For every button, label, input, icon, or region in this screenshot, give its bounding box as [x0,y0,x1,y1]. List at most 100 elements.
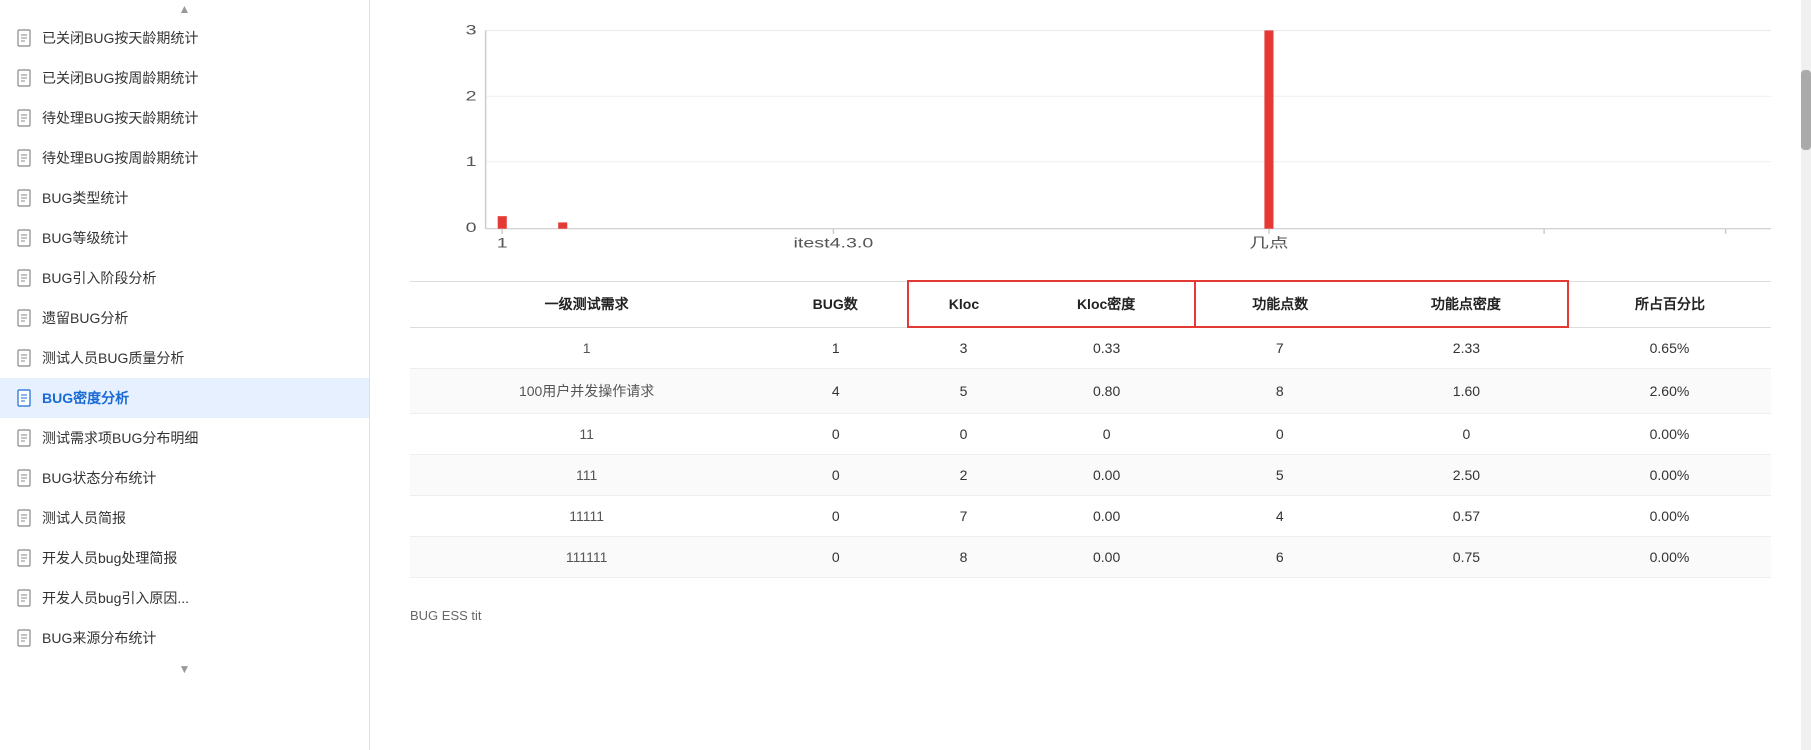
td-kloc: 8 [908,537,1018,578]
td-bug: 0 [763,537,908,578]
th-req: 一级测试需求 [410,281,763,327]
doc-icon [16,549,34,567]
th-kloc: Kloc [908,281,1018,327]
sidebar-item-label: BUG等级统计 [42,228,128,248]
td-bug: 0 [763,496,908,537]
table-header-row: 一级测试需求 BUG数 Kloc Kloc密度 功能点数 功能点密度 所占百分比 [410,281,1771,327]
sidebar-item-bug-status-dist[interactable]: BUG状态分布统计 [0,458,369,498]
td-func: 6 [1195,537,1365,578]
svg-text:itest4.3.0: itest4.3.0 [794,235,874,250]
doc-icon [16,629,34,647]
sidebar-item-closed-bug-daily[interactable]: 已关闭BUG按天龄期统计 [0,18,369,58]
doc-icon [16,589,34,607]
table-row: 1130.3372.330.65% [410,327,1771,369]
sidebar-item-label: BUG来源分布统计 [42,628,156,648]
td-bug: 1 [763,327,908,369]
sidebar: ▲ 已关闭BUG按天龄期统计 已关闭BUG按周龄期统计 待处理BUG按天龄期统计… [0,0,370,750]
td-req: 11 [410,414,763,455]
td-bug: 4 [763,369,908,414]
sidebar-item-bug-type[interactable]: BUG类型统计 [0,178,369,218]
data-table: 一级测试需求 BUG数 Kloc Kloc密度 功能点数 功能点密度 所占百分比… [410,280,1771,578]
sidebar-item-label: 开发人员bug处理简报 [42,548,177,568]
td-kloc: 3 [908,327,1018,369]
doc-icon [16,149,34,167]
sidebar-item-label: 待处理BUG按周龄期统计 [42,148,198,168]
svg-text:0: 0 [466,220,477,235]
th-percent: 所占百分比 [1568,281,1771,327]
sidebar-item-pending-bug-weekly[interactable]: 待处理BUG按周龄期统计 [0,138,369,178]
sidebar-item-label: 待处理BUG按天龄期统计 [42,108,198,128]
sidebar-item-label: 开发人员bug引入原因... [42,588,189,608]
doc-icon [16,229,34,247]
td-kloc: 0 [908,414,1018,455]
th-func: 功能点数 [1195,281,1365,327]
td-func: 7 [1195,327,1365,369]
td-kloc-density: 0.33 [1019,327,1195,369]
table-container: 一级测试需求 BUG数 Kloc Kloc密度 功能点数 功能点密度 所占百分比… [370,270,1811,598]
table-row: 11111070.0040.570.00% [410,496,1771,537]
td-percent: 0.00% [1568,496,1771,537]
td-req: 11111 [410,496,763,537]
sidebar-item-test-req-bug-detail[interactable]: 测试需求项BUG分布明细 [0,418,369,458]
td-kloc: 7 [908,496,1018,537]
sidebar-item-closed-bug-weekly[interactable]: 已关闭BUG按周龄期统计 [0,58,369,98]
doc-icon [16,349,34,367]
th-func-density: 功能点密度 [1365,281,1568,327]
sidebar-item-bug-level[interactable]: BUG等级统计 [0,218,369,258]
main-scrollbar[interactable] [1801,0,1811,750]
td-func-density: 0 [1365,414,1568,455]
td-req: 100用户并发操作请求 [410,369,763,414]
sidebar-item-pending-bug-daily[interactable]: 待处理BUG按天龄期统计 [0,98,369,138]
td-percent: 0.65% [1568,327,1771,369]
main-scrollbar-thumb[interactable] [1801,70,1811,150]
scroll-up-indicator: ▲ [0,0,369,18]
td-kloc: 5 [908,369,1018,414]
sidebar-item-label: 测试人员BUG质量分析 [42,348,184,368]
th-bug: BUG数 [763,281,908,327]
table-row: 111020.0052.500.00% [410,455,1771,496]
table-body: 1130.3372.330.65%100用户并发操作请求450.8081.602… [410,327,1771,578]
table-row: 100用户并发操作请求450.8081.602.60% [410,369,1771,414]
td-req: 111111 [410,537,763,578]
sidebar-item-label: BUG类型统计 [42,188,128,208]
sidebar-item-dev-bug-report[interactable]: 开发人员bug处理简报 [0,538,369,578]
td-percent: 0.00% [1568,414,1771,455]
td-func: 0 [1195,414,1365,455]
doc-icon [16,469,34,487]
sidebar-item-tester-report[interactable]: 测试人员简报 [0,498,369,538]
td-bug: 0 [763,414,908,455]
td-func-density: 0.75 [1365,537,1568,578]
sidebar-item-label: 测试人员简报 [42,508,126,528]
td-bug: 0 [763,455,908,496]
th-kloc-density: Kloc密度 [1019,281,1195,327]
td-kloc-density: 0.00 [1019,537,1195,578]
sidebar-item-legacy-bug[interactable]: 遗留BUG分析 [0,298,369,338]
sidebar-item-label: 已关闭BUG按天龄期统计 [42,28,198,48]
chart-svg: 3 2 1 0 1 itest4.3.0 几点 [410,20,1771,260]
td-kloc-density: 0.00 [1019,455,1195,496]
td-func-density: 0.57 [1365,496,1568,537]
td-percent: 2.60% [1568,369,1771,414]
sidebar-item-label: BUG状态分布统计 [42,468,156,488]
sidebar-item-bug-source-dist[interactable]: BUG来源分布统计 [0,618,369,658]
doc-icon [16,429,34,447]
sidebar-item-bug-density[interactable]: BUG密度分析 [0,378,369,418]
svg-text:2: 2 [466,88,477,103]
doc-icon [16,269,34,287]
bottom-label: BUG ESS tit [370,598,1811,633]
td-kloc-density: 0 [1019,414,1195,455]
sidebar-item-label: BUG引入阶段分析 [42,268,156,288]
doc-icon [16,389,34,407]
svg-text:1: 1 [497,235,508,250]
doc-icon [16,309,34,327]
chart-area: 3 2 1 0 1 itest4.3.0 几点 [410,20,1771,260]
sidebar-item-dev-bug-cause[interactable]: 开发人员bug引入原因... [0,578,369,618]
td-func: 8 [1195,369,1365,414]
sidebar-item-label: BUG密度分析 [42,388,129,408]
sidebar-item-tester-bug-quality[interactable]: 测试人员BUG质量分析 [0,338,369,378]
svg-text:几点: 几点 [1249,235,1288,250]
td-func-density: 2.33 [1365,327,1568,369]
td-func-density: 2.50 [1365,455,1568,496]
doc-icon [16,509,34,527]
sidebar-item-bug-intro[interactable]: BUG引入阶段分析 [0,258,369,298]
